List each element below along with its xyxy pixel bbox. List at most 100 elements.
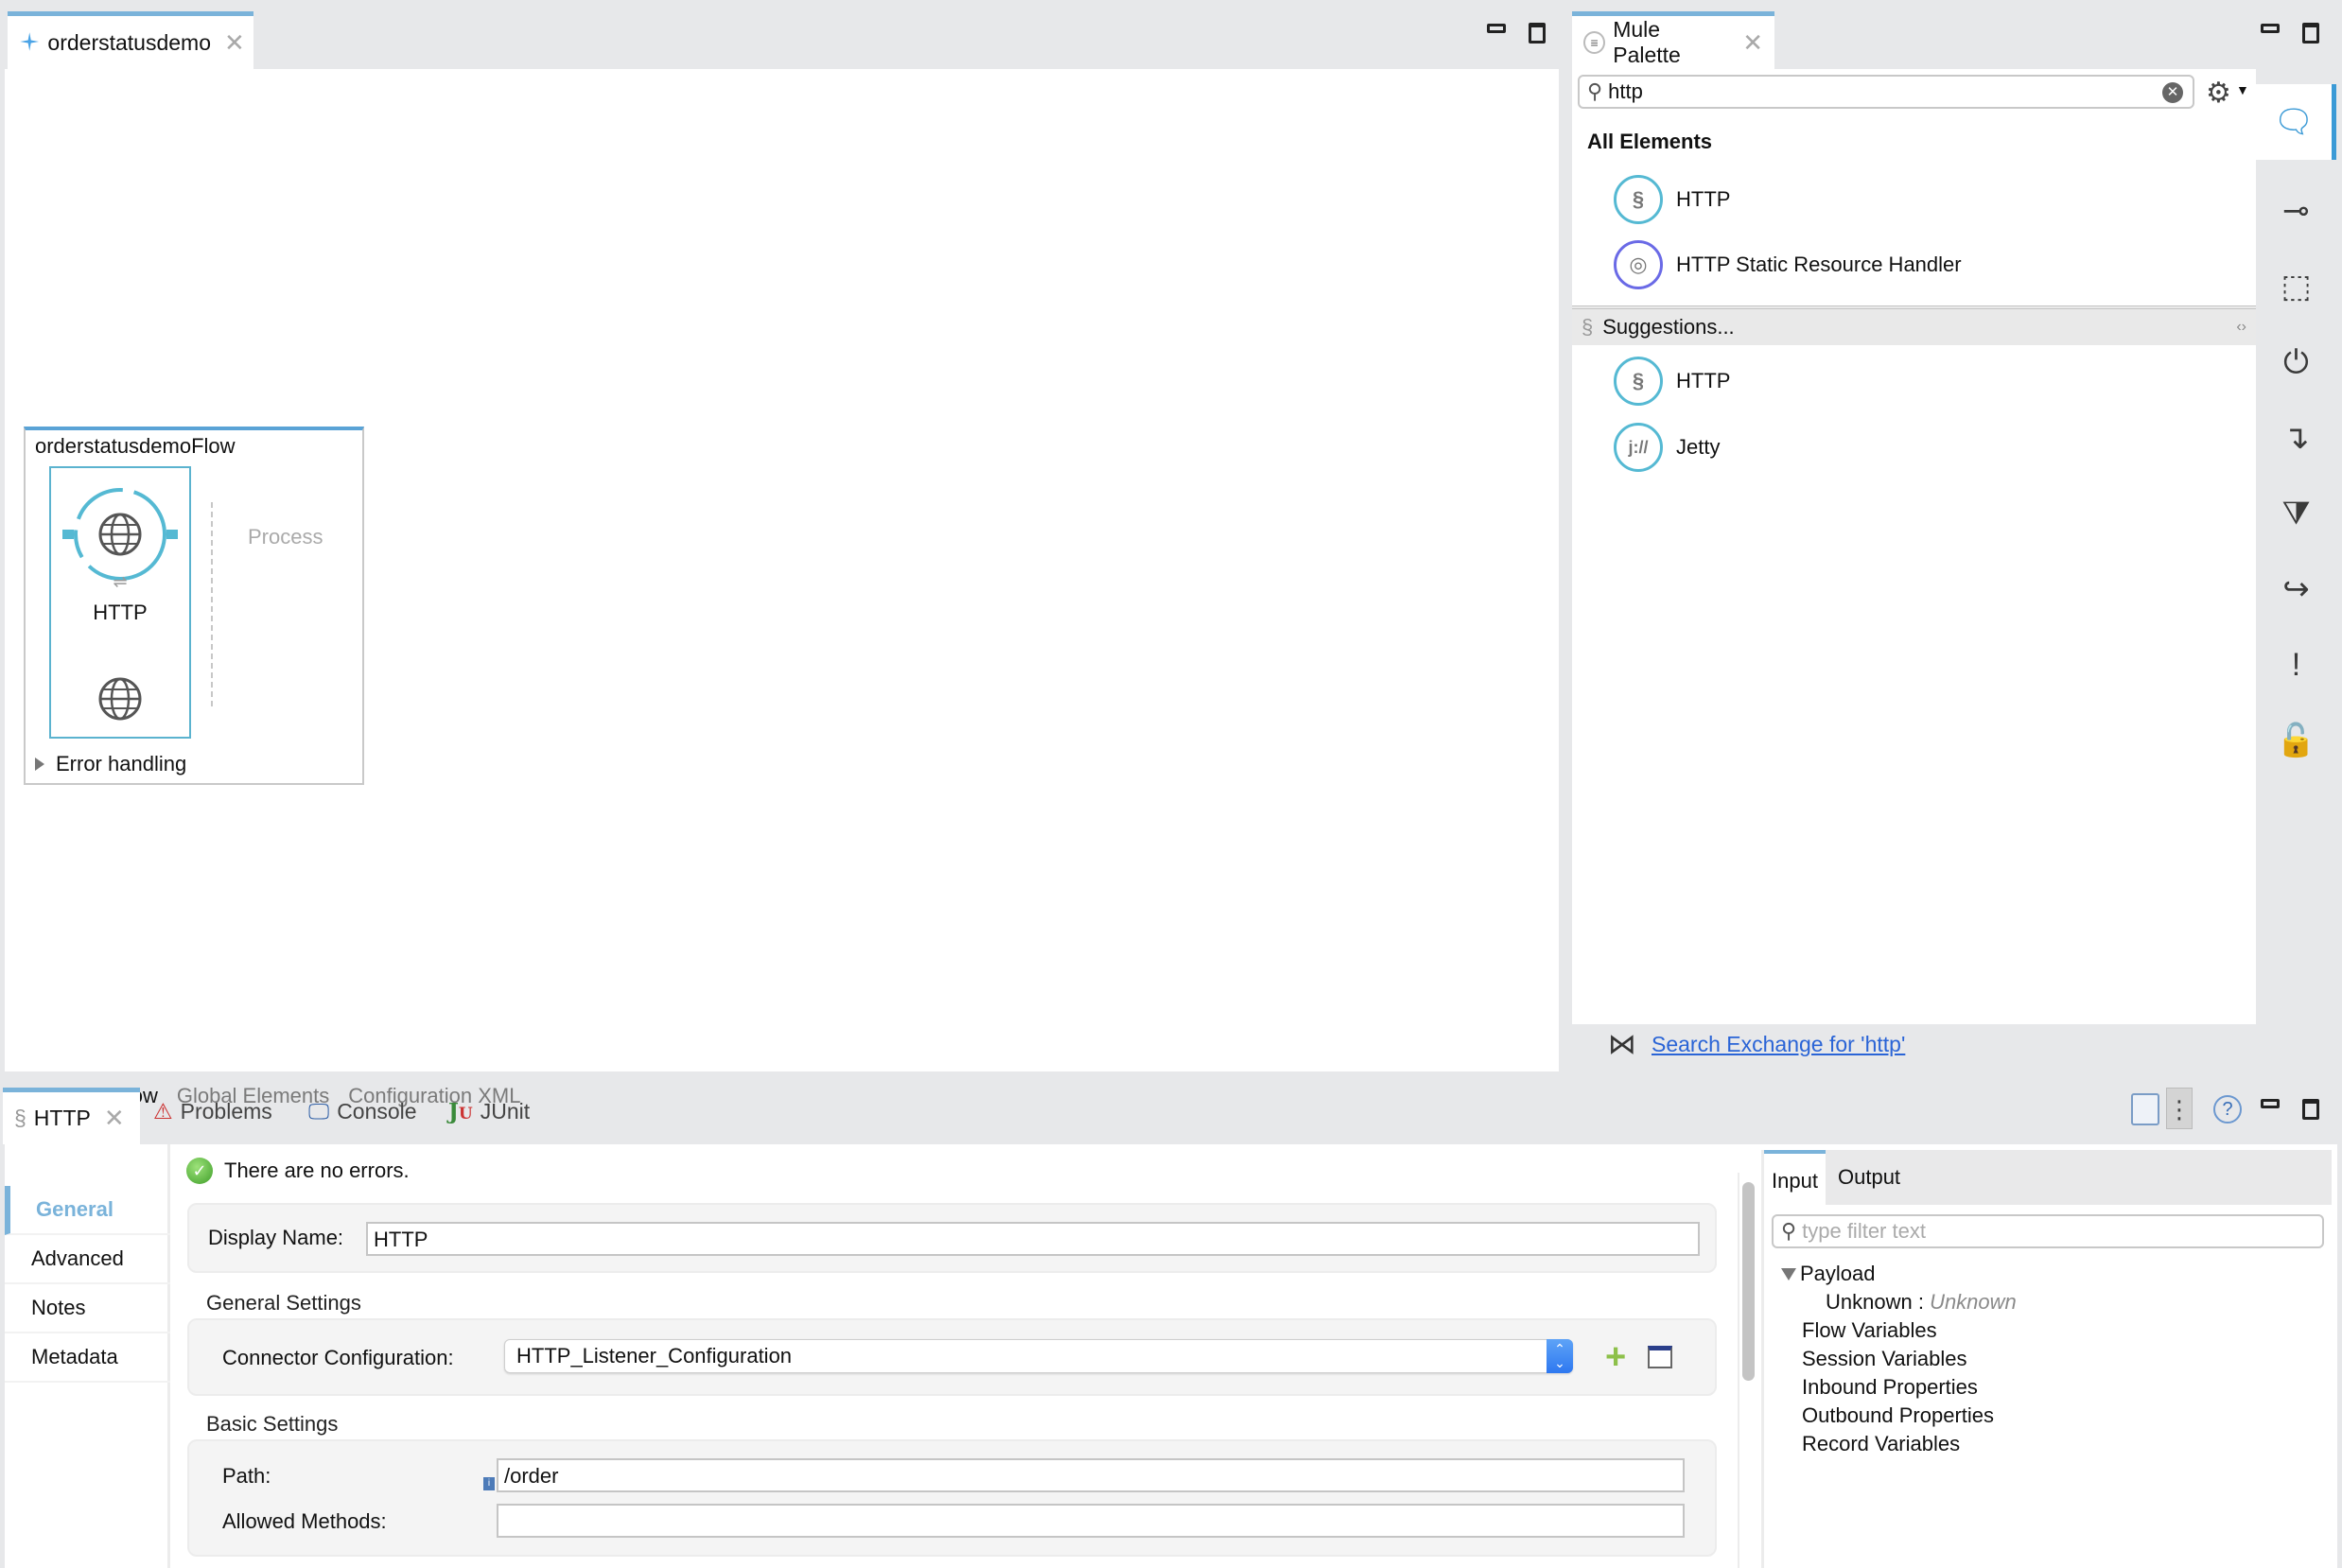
select-arrows-icon: ⌃ ⌄ xyxy=(1547,1339,1573,1373)
filter-placeholder[interactable]: type filter text xyxy=(1802,1219,1926,1244)
payload-type-value: Unknown xyxy=(1930,1290,2017,1314)
io-tabs: Input Output xyxy=(1764,1150,2332,1205)
http-response-icon[interactable] xyxy=(97,676,143,722)
suggestion-item-jetty[interactable]: j:// Jetty xyxy=(1614,423,1720,472)
tree-record-variables[interactable]: Record Variables xyxy=(1802,1432,1960,1456)
tab-console[interactable]: 🖵 Console xyxy=(308,1099,417,1124)
save-icon[interactable] xyxy=(2131,1093,2159,1125)
edit-config-icon[interactable] xyxy=(1648,1346,1672,1368)
scope-icon[interactable]: ⬚ xyxy=(2256,258,2336,315)
transformer-icon[interactable]: ⏻ xyxy=(2256,334,2336,391)
flow-name: orderstatusdemoFlow xyxy=(35,434,236,458)
tree-outbound-properties[interactable]: Outbound Properties xyxy=(1802,1403,1994,1428)
panel-maximize-button[interactable] xyxy=(2302,1099,2319,1120)
all-elements-heading: All Elements xyxy=(1587,130,1713,153)
suggestion-item-label: HTTP xyxy=(1676,369,1731,392)
validation-status: ✓ There are no errors. xyxy=(186,1158,410,1184)
problems-icon: ⚠ xyxy=(153,1099,173,1124)
nav-metadata[interactable]: Metadata xyxy=(5,1333,170,1383)
suggestions-label: Suggestions... xyxy=(1602,315,1735,339)
palette-item-http[interactable]: § HTTP xyxy=(1614,175,1730,224)
tab-output[interactable]: Output xyxy=(1830,1150,1908,1205)
palette-tab-label: Mule Palette xyxy=(1613,17,1681,67)
gear-icon[interactable]: ⚙ xyxy=(2206,77,2231,110)
connector-config-value: HTTP_Listener_Configuration xyxy=(516,1344,793,1368)
http-listener-icon[interactable]: ⇌ xyxy=(61,487,180,591)
status-text: There are no errors. xyxy=(224,1159,410,1182)
nav-advanced[interactable]: Advanced xyxy=(5,1235,170,1284)
palette-item-http-static-resource-handler[interactable]: ◎ HTTP Static Resource Handler xyxy=(1614,240,1962,289)
tab-http-properties[interactable]: § HTTP ✕ xyxy=(3,1088,140,1144)
bottom-tab-bar: § HTTP ✕ ⚠ Problems 🖵 Console JU JUnit ⋮… xyxy=(0,1078,2342,1144)
panel-minimize-button[interactable] xyxy=(2261,1099,2280,1108)
svg-text:⇌: ⇌ xyxy=(113,572,127,591)
display-name-label: Display Name: xyxy=(208,1226,344,1249)
connector-icon[interactable]: ⊸ xyxy=(2256,183,2336,239)
clear-search-icon[interactable]: ✕ xyxy=(2162,82,2183,103)
security-icon[interactable]: 🔓 xyxy=(2256,712,2336,769)
nav-general[interactable]: General xyxy=(5,1186,170,1235)
display-name-input[interactable]: HTTP xyxy=(366,1222,1700,1256)
suggestions-icon: § xyxy=(1582,315,1594,339)
component-icon[interactable]: ↪ xyxy=(2256,561,2336,618)
add-config-icon[interactable]: + xyxy=(1605,1339,1626,1375)
tab-label: JUnit xyxy=(480,1099,531,1124)
scrollbar-thumb[interactable] xyxy=(1742,1182,1755,1381)
expand-arrow-icon xyxy=(35,758,44,771)
http-source-label: HTTP xyxy=(93,601,148,624)
tree-payload[interactable]: Payload xyxy=(1781,1262,1876,1286)
expand-arrow-icon[interactable] xyxy=(1781,1268,1796,1281)
collapse-icon[interactable]: ‹› xyxy=(2236,319,2246,336)
form-scrollbar[interactable] xyxy=(1738,1173,1756,1568)
help-icon[interactable]: ? xyxy=(2213,1095,2242,1124)
tab-input[interactable]: Input xyxy=(1764,1150,1826,1205)
path-input[interactable]: /order xyxy=(497,1458,1685,1492)
search-exchange-link[interactable]: Search Exchange for 'http' xyxy=(1652,1032,1905,1057)
nav-notes[interactable]: Notes xyxy=(5,1284,170,1333)
tree-session-variables[interactable]: Session Variables xyxy=(1802,1347,1966,1371)
error-handling-icon[interactable]: ! xyxy=(2256,636,2336,693)
palette-search-input[interactable]: http xyxy=(1608,79,1643,104)
connector-config-select[interactable]: HTTP_Listener_Configuration ⌃ ⌄ xyxy=(504,1339,1573,1373)
tree-payload-child[interactable]: Unknown : Unknown xyxy=(1826,1290,2017,1315)
error-handling-toggle[interactable]: Error handling xyxy=(35,752,186,776)
editor-maximize-button[interactable] xyxy=(1529,23,1546,44)
palette-item-label: HTTP xyxy=(1676,187,1731,211)
filter-icon[interactable]: ⧩ xyxy=(2256,485,2336,542)
close-icon[interactable]: ✕ xyxy=(1742,28,1763,58)
tree-inbound-properties[interactable]: Inbound Properties xyxy=(1802,1375,1978,1400)
close-icon[interactable]: ✕ xyxy=(224,28,245,58)
palette-search-field[interactable]: ⚲ http ✕ xyxy=(1578,75,2194,109)
flow-container[interactable]: orderstatusdemoFlow ⇌ HTTP Process Error… xyxy=(24,427,364,785)
suggestion-item-http[interactable]: § HTTP xyxy=(1614,357,1730,406)
palette-minimize-button[interactable] xyxy=(2261,24,2280,33)
path-label: Path: xyxy=(222,1464,271,1488)
flow-control-icon[interactable]: ↴ xyxy=(2256,409,2336,466)
allowed-methods-input[interactable] xyxy=(497,1504,1685,1538)
chevron-down-icon[interactable]: ▼ xyxy=(2236,82,2249,97)
jetty-icon: j:// xyxy=(1614,423,1663,472)
palette-panel: ⚲ http ✕ ⚙ ▼ All Elements § HTTP ◎ HTTP … xyxy=(1572,69,2256,1024)
palette-maximize-button[interactable] xyxy=(2302,23,2319,44)
search-icon: ⚲ xyxy=(1781,1219,1797,1243)
close-icon[interactable]: ✕ xyxy=(104,1104,125,1133)
editor-tab[interactable]: 🟄 orderstatusdemo ✕ xyxy=(8,11,253,69)
search-icon[interactable]: 🗨 xyxy=(2256,84,2336,160)
palette-tab[interactable]: ≡ Mule Palette ✕ xyxy=(1572,11,1774,69)
static-resource-icon: ◎ xyxy=(1614,240,1663,289)
editor-minimize-button[interactable] xyxy=(1487,24,1506,33)
suggestions-header[interactable]: § Suggestions... ‹› xyxy=(1572,305,2256,345)
filter-field[interactable]: ⚲ type filter text xyxy=(1772,1214,2324,1248)
connector-config-label: Connector Configuration: xyxy=(222,1346,454,1369)
tab-problems[interactable]: ⚠ Problems xyxy=(153,1099,272,1124)
check-icon: ✓ xyxy=(186,1158,213,1184)
allowed-methods-label: Allowed Methods: xyxy=(222,1509,387,1533)
flow-canvas[interactable]: orderstatusdemoFlow ⇌ HTTP Process Error… xyxy=(5,69,1559,1107)
error-handling-label: Error handling xyxy=(56,752,187,775)
http-connector-icon: § xyxy=(14,1106,26,1130)
tree-flow-variables[interactable]: Flow Variables xyxy=(1802,1318,1937,1343)
http-connector-icon: § xyxy=(1614,175,1663,224)
tab-junit[interactable]: JU JUnit xyxy=(448,1099,530,1124)
tree-view-icon[interactable]: ⋮ xyxy=(2166,1088,2193,1129)
message-source-box[interactable]: ⇌ HTTP xyxy=(49,466,191,739)
